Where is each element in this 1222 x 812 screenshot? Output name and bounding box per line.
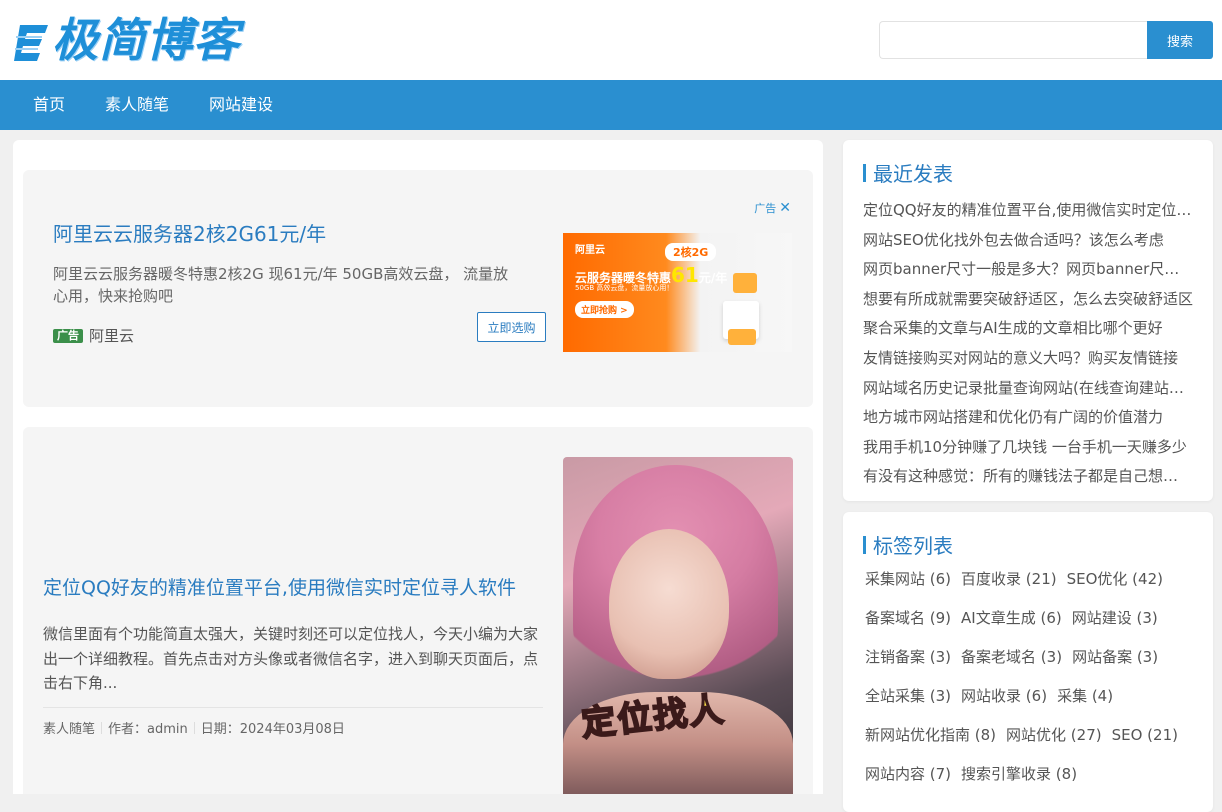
- tag-item[interactable]: SEO (21): [1112, 724, 1178, 763]
- tag-item[interactable]: 注销备案 (3): [865, 646, 951, 685]
- recent-post-item[interactable]: 有没有这种感觉：所有的赚钱法子都是自己想出来的: [863, 462, 1193, 492]
- widget-title: 标签列表: [863, 530, 953, 559]
- tag-item[interactable]: 网站内容 (7): [865, 763, 951, 802]
- meta-divider: [193, 721, 195, 734]
- search-button[interactable]: 搜索: [1147, 21, 1213, 59]
- post-meta: 素人随笔 作者：admin 日期：2024年03月08日: [43, 707, 543, 737]
- ad-card[interactable]: 广告 ✕ 阿里云云服务器2核2G61元/年 阿里云云服务器暖冬特惠2核2G 现6…: [23, 170, 813, 407]
- meta-divider: [101, 721, 103, 734]
- ad-image-gift: [728, 329, 756, 345]
- thumbnail-face: [609, 529, 729, 679]
- title-bar-icon: [863, 535, 866, 554]
- tag-item[interactable]: 采集 (4): [1057, 685, 1113, 724]
- recent-post-item[interactable]: 网页banner尺寸一般是多大？网页banner尺寸规范: [863, 255, 1193, 285]
- recent-post-item[interactable]: 聚合采集的文章与AI生成的文章相比哪个更好: [863, 314, 1193, 344]
- search-input[interactable]: [879, 21, 1147, 59]
- tag-item[interactable]: 新网站优化指南 (8): [865, 724, 996, 763]
- ad-source-name: 阿里云: [89, 327, 135, 345]
- nav-item-essays[interactable]: 素人随笔: [105, 80, 169, 130]
- close-icon[interactable]: ✕: [779, 201, 791, 215]
- nav-item-home[interactable]: 首页: [33, 80, 65, 130]
- ad-image-cta: 立即抢购 >: [575, 301, 634, 318]
- recent-posts-widget: 最近发表 定位QQ好友的精准位置平台,使用微信实时定位寻人软件 网站SEO优化找…: [843, 140, 1213, 501]
- tag-item[interactable]: AI文章生成 (6): [961, 607, 1062, 646]
- recent-post-item[interactable]: 想要有所成就需要突破舒适区，怎么去突破舒适区: [863, 285, 1193, 315]
- ad-image-brand: 阿里云: [575, 245, 605, 256]
- tags-widget: 标签列表 采集网站 (6) 百度收录 (21) SEO优化 (42) 备案域名 …: [843, 512, 1213, 812]
- recent-post-item[interactable]: 定位QQ好友的精准位置平台,使用微信实时定位寻人软件: [863, 196, 1193, 226]
- ad-image-tag: 2核2G: [665, 243, 717, 261]
- tag-item[interactable]: 备案域名 (9): [865, 607, 951, 646]
- ad-description: 阿里云云服务器暖冬特惠2核2G 现61元/年 50GB高效云盘， 流量放心用，快…: [53, 265, 509, 305]
- logo-e-icon: [14, 25, 48, 61]
- ad-badge: 广告: [53, 328, 83, 343]
- recent-post-item[interactable]: 我用手机10分钟赚了几块钱 一台手机一天赚多少: [863, 433, 1193, 463]
- site-logo[interactable]: 极简博客: [12, 12, 240, 68]
- logo-text: 极简博客: [52, 13, 240, 67]
- tag-item[interactable]: 网站优化 (27): [1006, 724, 1102, 763]
- ad-source: 广告 阿里云: [53, 325, 134, 346]
- tag-item[interactable]: 网站备案 (3): [1072, 646, 1158, 685]
- post-author: 作者：admin: [108, 722, 188, 737]
- main-nav: 首页 素人随笔 网站建设: [0, 80, 1222, 130]
- post-title[interactable]: 定位QQ好友的精准位置平台,使用微信实时定位寻人软件: [43, 573, 516, 600]
- nav-item-web-building[interactable]: 网站建设: [209, 80, 273, 130]
- tag-item[interactable]: 网站建设 (3): [1072, 607, 1158, 646]
- post-date: 日期：2024年03月08日: [200, 722, 345, 737]
- ad-image-sub: 50GB 高效云盘，流量放心用！: [575, 284, 674, 292]
- post-category[interactable]: 素人随笔: [43, 718, 95, 737]
- tag-item[interactable]: 搜索引擎收录 (8): [961, 763, 1077, 802]
- tag-item[interactable]: 百度收录 (21): [961, 568, 1057, 607]
- site-header: 极简博客 搜索: [0, 0, 1222, 80]
- post-excerpt: 微信里面有个功能简直太强大，关键时刻还可以定位找人，今天小编为大家出一个详细教程…: [43, 625, 539, 692]
- ad-title[interactable]: 阿里云云服务器2核2G61元/年: [53, 218, 326, 247]
- recent-post-item[interactable]: 友情链接购买对网站的意义大吗？购买友情链接: [863, 344, 1193, 374]
- post-card: 定位QQ好友的精准位置平台,使用微信实时定位寻人软件 微信里面有个功能简直太强大…: [23, 427, 813, 794]
- post-thumbnail[interactable]: 定位找人: [563, 457, 793, 794]
- main-content: 广告 ✕ 阿里云云服务器2核2G61元/年 阿里云云服务器暖冬特惠2核2G 现6…: [13, 140, 823, 794]
- widget-title: 最近发表: [863, 158, 953, 187]
- ad-image-box: [733, 273, 757, 293]
- tag-item[interactable]: 网站收录 (6): [961, 685, 1047, 724]
- recent-post-item[interactable]: 网站域名历史记录批量查询网站(在线查询建站历史): [863, 374, 1193, 404]
- recent-post-item[interactable]: 地方城市网站搭建和优化仍有广阔的价值潜力: [863, 403, 1193, 433]
- search-form: 搜索: [879, 21, 1213, 59]
- tag-item[interactable]: SEO优化 (42): [1067, 568, 1163, 607]
- ad-label: 广告: [754, 202, 777, 215]
- tag-item[interactable]: 全站采集 (3): [865, 685, 951, 724]
- recent-post-item[interactable]: 网站SEO优化找外包去做合适吗？该怎么考虑: [863, 226, 1193, 256]
- tag-item[interactable]: 采集网站 (6): [865, 568, 951, 607]
- recent-posts-list: 定位QQ好友的精准位置平台,使用微信实时定位寻人软件 网站SEO优化找外包去做合…: [863, 196, 1193, 492]
- tag-cloud: 采集网站 (6) 百度收录 (21) SEO优化 (42) 备案域名 (9) A…: [865, 568, 1205, 802]
- title-bar-icon: [863, 163, 866, 182]
- tag-item[interactable]: 备案老域名 (3): [961, 646, 1062, 685]
- ad-cta-button[interactable]: 立即选购: [477, 312, 546, 342]
- ad-image[interactable]: 阿里云 2核2G 云服务器暖冬特惠61元/年 50GB 高效云盘，流量放心用！ …: [563, 233, 792, 352]
- ad-close[interactable]: 广告 ✕: [754, 200, 791, 216]
